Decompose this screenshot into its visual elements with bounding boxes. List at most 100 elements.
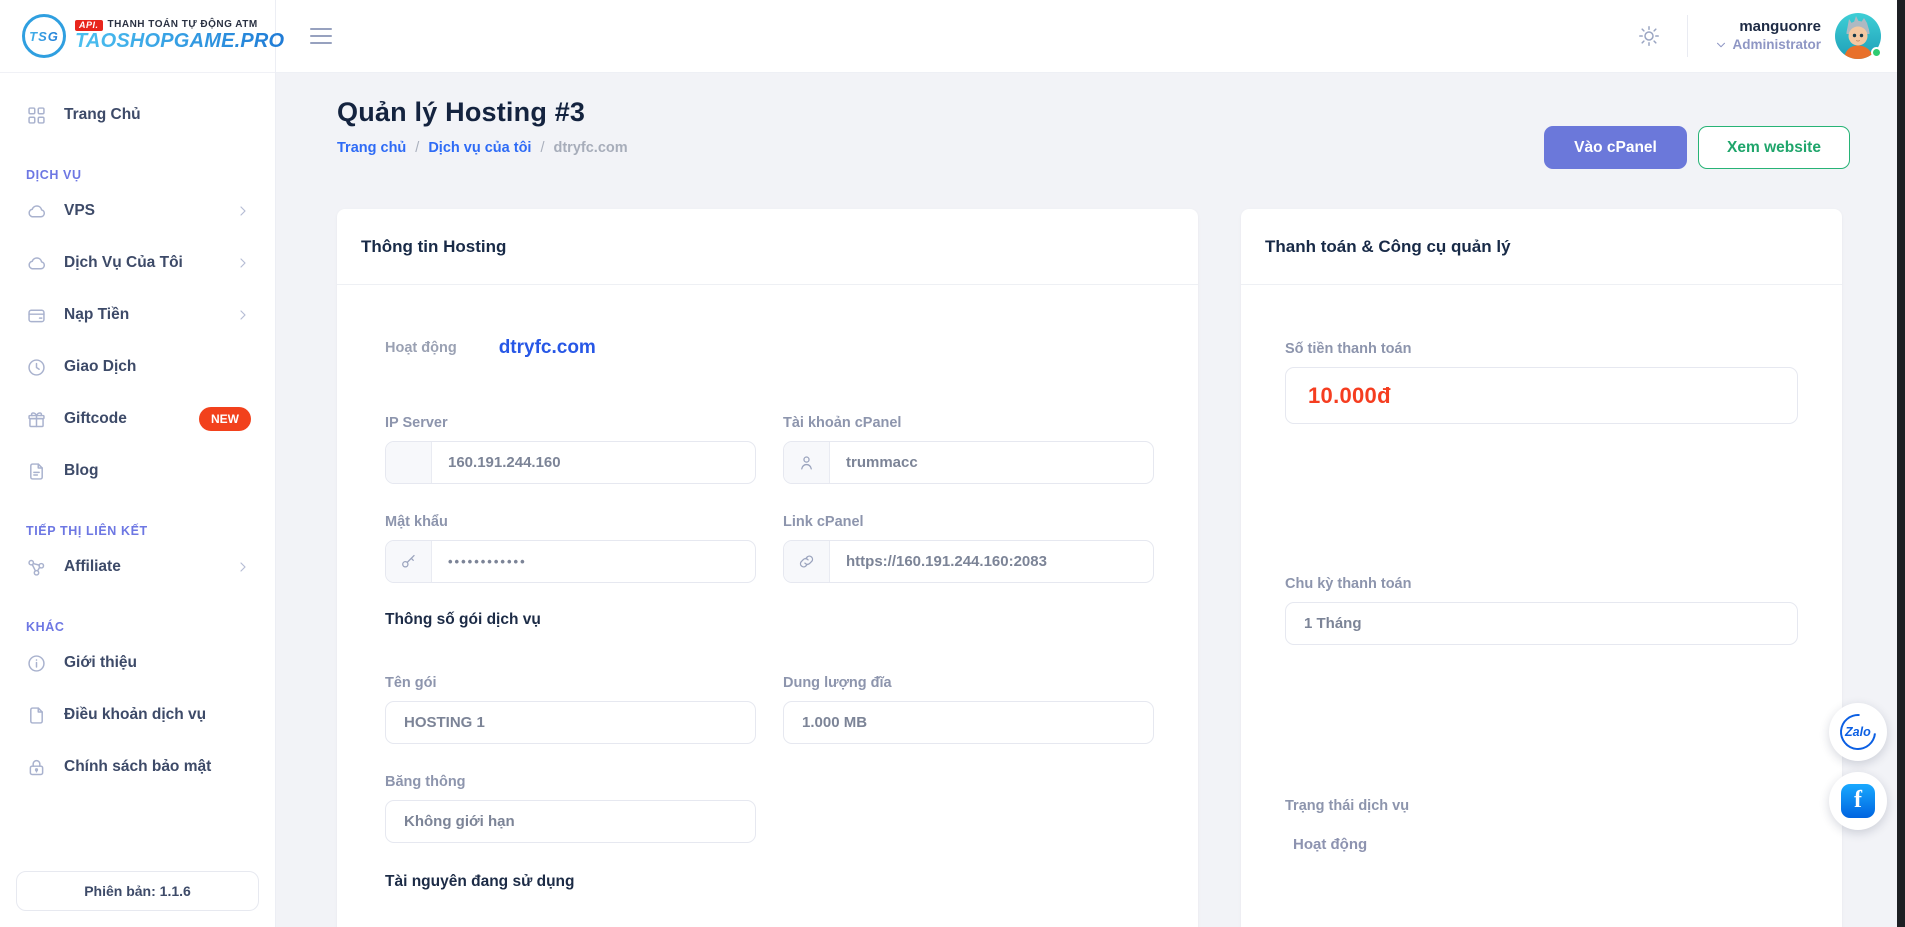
cloud-icon — [26, 201, 47, 222]
topbar: manguonre Administrator — [276, 0, 1905, 73]
plan-section-title: Thông số gói dịch vụ — [385, 611, 1154, 629]
sidebar-section-affiliate: TIẾP THỊ LIÊN KẾT — [26, 524, 251, 538]
field-disk-space: Dung lượng đĩa 1.000 MB — [783, 675, 1154, 744]
chevron-right-icon — [235, 559, 251, 575]
chevron-right-icon — [235, 203, 251, 219]
zalo-icon: Zalo — [1833, 707, 1884, 758]
password-input[interactable]: •••••••••••• — [385, 540, 756, 583]
link-icon — [784, 541, 830, 582]
field-bandwidth: Băng thông Không giới hạn — [385, 774, 756, 843]
online-status-dot — [1871, 47, 1882, 58]
avatar[interactable] — [1835, 13, 1881, 59]
sidebar-item-label: Giftcode — [64, 410, 180, 428]
breadcrumb-my-services[interactable]: Dịch vụ của tôi — [428, 140, 531, 156]
plan-name-value: HOSTING 1 — [386, 714, 503, 731]
tsg-logo-text: TSG — [29, 29, 59, 44]
amount-value: 10.000đ — [1308, 383, 1391, 409]
cpanel-account-value: trummacc — [830, 454, 934, 471]
sidebar: TSG API. THANH TOÁN TỰ ĐỘNG ATM TAOSHOPG… — [0, 0, 276, 927]
version-badge: Phiên bản: 1.1.6 — [16, 871, 259, 911]
view-website-button[interactable]: Xem website — [1698, 126, 1850, 169]
hosting-card-title: Thông tin Hosting — [361, 237, 506, 257]
brand-tagline: THANH TOÁN TỰ ĐỘNG ATM — [108, 20, 258, 31]
breadcrumb-home[interactable]: Trang chủ — [337, 140, 406, 156]
facebook-button[interactable]: f — [1829, 772, 1887, 830]
user-menu[interactable]: manguonre Administrator — [1714, 18, 1821, 54]
network-icon — [26, 557, 47, 578]
status-badge: Hoạt động — [385, 340, 457, 356]
sidebar-nav: Trang Chủ DỊCH VỤ VPS Dịch Vụ Của Tôi Nạ… — [0, 73, 275, 793]
wallet-icon — [26, 305, 47, 326]
sidebar-item-topup[interactable]: Nạp Tiền — [26, 289, 251, 341]
field-label: IP Server — [385, 415, 756, 431]
resources-section-title: Tài nguyên đang sử dụng — [385, 873, 1154, 891]
user-icon — [784, 442, 830, 483]
theme-toggle-sun-icon[interactable] — [1637, 24, 1661, 48]
document-icon — [26, 461, 47, 482]
sidebar-item-label: Giới thiệu — [64, 654, 251, 672]
amount-box: 10.000đ — [1285, 367, 1798, 424]
hosting-info-card: Thông tin Hosting Hoạt động dtryfc.com I… — [337, 209, 1198, 927]
brand-text: API. THANH TOÁN TỰ ĐỘNG ATM TAOSHOPGAME.… — [75, 20, 284, 52]
page-title: Quản lý Hosting #3 — [337, 97, 628, 128]
cycle-value: 1 Tháng — [1304, 615, 1362, 632]
field-label: Tài khoản cPanel — [783, 415, 1154, 431]
document-icon — [26, 705, 47, 726]
cpanel-link-value: https://160.191.244.160:2083 — [830, 553, 1063, 570]
bandwidth-input[interactable]: Không giới hạn — [385, 800, 756, 843]
sidebar-item-label: Giao Dịch — [64, 358, 251, 376]
plan-name-input[interactable]: HOSTING 1 — [385, 701, 756, 744]
billing-card-header: Thanh toán & Công cụ quản lý — [1241, 209, 1842, 285]
sidebar-item-label: Chính sách bảo mật — [64, 758, 251, 776]
user-role-label: Administrator — [1732, 37, 1821, 54]
field-plan-name: Tên gói HOSTING 1 — [385, 675, 756, 744]
field-label: Dung lượng đĩa — [783, 675, 1154, 691]
new-badge: NEW — [199, 407, 251, 431]
page-head: Quản lý Hosting #3 Trang chủ / Dịch vụ c… — [337, 97, 1850, 169]
cpanel-link-input[interactable]: https://160.191.244.160:2083 — [783, 540, 1154, 583]
sidebar-item-terms[interactable]: Điều khoản dịch vụ — [26, 689, 251, 741]
brand-logo[interactable]: TSG API. THANH TOÁN TỰ ĐỘNG ATM TAOSHOPG… — [0, 0, 275, 73]
billing-card-title: Thanh toán & Công cụ quản lý — [1265, 237, 1511, 257]
hamburger-menu-icon[interactable] — [310, 23, 332, 49]
field-label: Băng thông — [385, 774, 756, 790]
amount-label: Số tiền thanh toán — [1285, 341, 1798, 357]
chevron-right-icon — [235, 255, 251, 271]
scrollbar[interactable] — [1897, 0, 1905, 927]
zalo-button[interactable]: Zalo — [1829, 703, 1887, 761]
cpanel-account-input[interactable]: trummacc — [783, 441, 1154, 484]
brand-name: TAOSHOPGAME.PRO — [75, 31, 284, 52]
sidebar-item-giftcode[interactable]: Giftcode NEW — [26, 393, 251, 445]
sidebar-item-label: VPS — [64, 202, 218, 220]
sidebar-item-blog[interactable]: Blog — [26, 445, 251, 497]
field-label: Tên gói — [385, 675, 756, 691]
server-icon — [386, 442, 432, 483]
key-icon — [386, 541, 432, 582]
password-value: •••••••••••• — [432, 554, 543, 569]
field-label: Link cPanel — [783, 514, 1154, 530]
sidebar-item-vps[interactable]: VPS — [26, 185, 251, 237]
cpanel-button[interactable]: Vào cPanel — [1544, 126, 1687, 169]
sidebar-item-my-services[interactable]: Dịch Vụ Của Tôi — [26, 237, 251, 289]
ip-server-input[interactable]: 160.191.244.160 — [385, 441, 756, 484]
service-status-label: Trạng thái dịch vụ — [1285, 798, 1798, 814]
sidebar-item-label: Affiliate — [64, 558, 218, 576]
disk-space-input[interactable]: 1.000 MB — [783, 701, 1154, 744]
grid-icon — [26, 105, 47, 126]
billing-card: Thanh toán & Công cụ quản lý Số tiền tha… — [1241, 209, 1842, 927]
zalo-icon-label: Zalo — [1845, 725, 1871, 739]
sidebar-item-home[interactable]: Trang Chủ — [26, 89, 251, 141]
ip-server-value: 160.191.244.160 — [432, 454, 577, 471]
sidebar-item-transactions[interactable]: Giao Dịch — [26, 341, 251, 393]
sidebar-item-about[interactable]: Giới thiệu — [26, 637, 251, 689]
breadcrumb-separator: / — [415, 140, 419, 156]
field-password: Mật khẩu •••••••••••• — [385, 514, 756, 583]
domain-link[interactable]: dtryfc.com — [499, 337, 596, 359]
sidebar-item-affiliate[interactable]: Affiliate — [26, 541, 251, 593]
sidebar-item-privacy[interactable]: Chính sách bảo mật — [26, 741, 251, 793]
cycle-value-box[interactable]: 1 Tháng — [1285, 602, 1798, 645]
field-label: Mật khẩu — [385, 514, 756, 530]
sidebar-item-label: Điều khoản dịch vụ — [64, 706, 251, 724]
floating-contact-buttons: Zalo f — [1829, 703, 1887, 830]
facebook-icon: f — [1841, 784, 1875, 818]
